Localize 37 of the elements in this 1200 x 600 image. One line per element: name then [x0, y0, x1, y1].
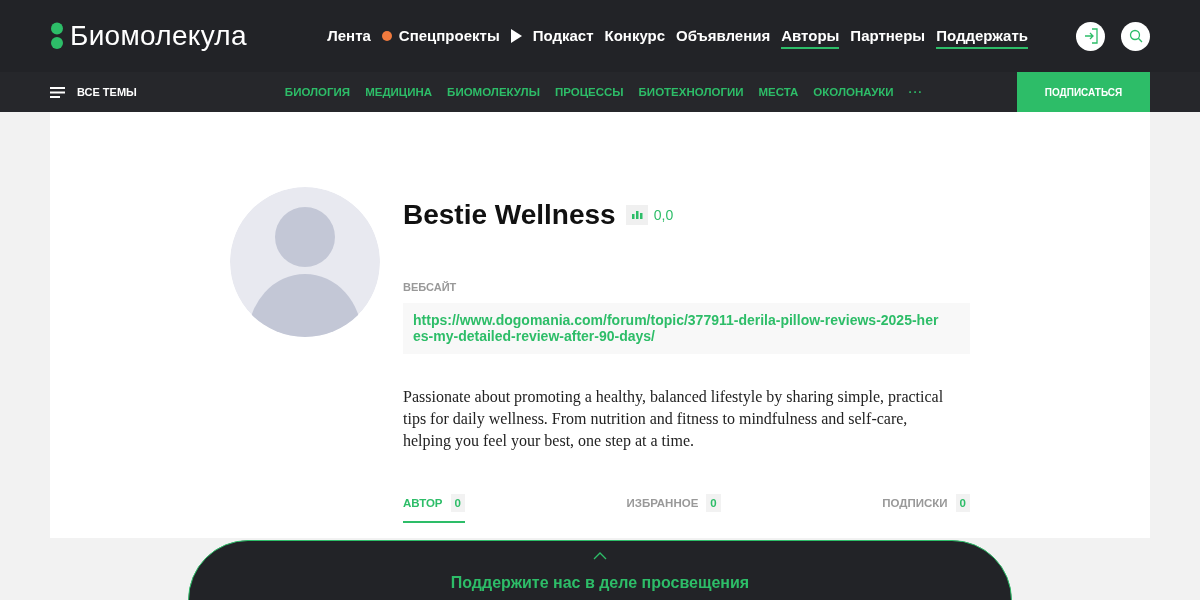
nav-link[interactable]: Партнеры [850, 23, 926, 49]
topic-link[interactable]: МЕДИЦИНА [365, 86, 433, 98]
topic-link[interactable]: БИОЛОГИЯ [284, 86, 351, 98]
all-topics-button[interactable]: ВСЕ ТЕМЫ [50, 86, 137, 98]
play-icon [510, 29, 522, 43]
login-button[interactable] [1076, 21, 1105, 51]
logo-text[interactable]: Биомолекула [70, 20, 247, 52]
topic-link[interactable]: ПРОЦЕССЫ [554, 86, 624, 98]
nav-link[interactable]: Спецпроекты [398, 23, 500, 49]
tab-count: 0 [450, 494, 465, 512]
topic-link[interactable]: МЕСТА [758, 86, 799, 98]
topic-link[interactable]: БИОТЕХНОЛОГИИ [638, 86, 744, 98]
topic-link[interactable]: ОКОЛОНАУКИ [813, 86, 894, 98]
more-button[interactable]: ··· [908, 86, 924, 98]
nav-link[interactable]: Объявления [676, 23, 771, 49]
search-button[interactable] [1121, 21, 1150, 51]
author-name: Bestie Wellness [403, 199, 616, 231]
nav-link[interactable]: Лента [327, 23, 371, 49]
tab-count: 0 [955, 494, 970, 512]
nav-link[interactable]: Подкаст [532, 23, 594, 49]
menu-icon [50, 86, 65, 98]
rating-icon [625, 205, 648, 225]
logo-icon [50, 22, 64, 50]
author-bio: Passionate about promoting a healthy, balanced lifestyle by sharing simple, practical tips for daily wellness. From nutrition and fitness to mindfulness and self-care, helping you feel your best, one step at a time. [403, 387, 945, 452]
rating-value: 0,0 [653, 207, 674, 223]
nav-link[interactable]: Конкурс [604, 23, 666, 49]
tab-count: 0 [706, 494, 721, 512]
chevron-up-icon[interactable] [593, 552, 607, 560]
all-topics-label[interactable]: ВСЕ ТЕМЫ [77, 86, 137, 98]
login-icon [1083, 28, 1098, 44]
nav-link[interactable]: Авторы [781, 23, 840, 49]
nav-link[interactable]: Поддержать [936, 23, 1028, 49]
search-icon [1128, 29, 1143, 43]
support-title: Поддержите нас в деле просвещения [450, 574, 750, 592]
dot-icon [381, 31, 392, 41]
website-label: ВЕБСАЙТ [403, 281, 458, 293]
topic-link[interactable]: БИОМОЛЕКУЛЫ [447, 86, 540, 98]
